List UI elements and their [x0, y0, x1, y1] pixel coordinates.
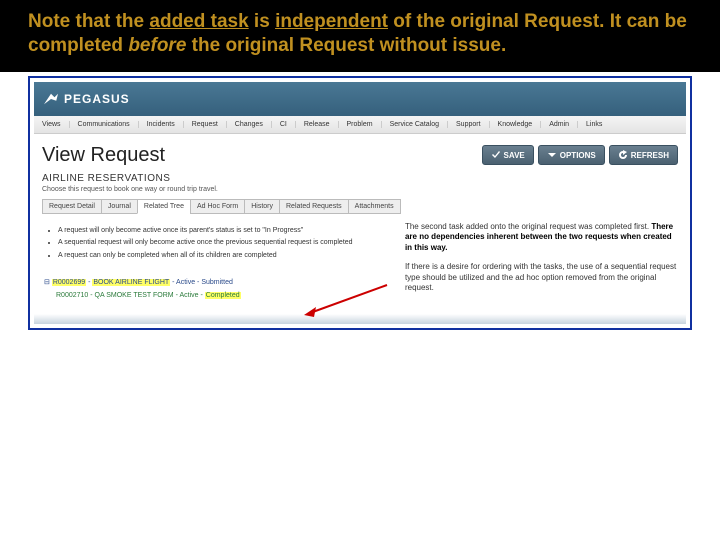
menu-knowledge[interactable]: Knowledge	[490, 121, 542, 128]
app-header: PEGASUS	[34, 82, 686, 116]
left-column: A request will only become active once i…	[42, 222, 397, 303]
tab-related-requests[interactable]: Related Requests	[279, 199, 349, 214]
menu-communications[interactable]: Communications	[70, 121, 139, 128]
tab-adhoc-form[interactable]: Ad Hoc Form	[190, 199, 245, 214]
chevron-down-icon	[547, 150, 557, 160]
tab-related-tree[interactable]: Related Tree	[137, 199, 191, 214]
refresh-icon	[618, 150, 628, 160]
menu-ci[interactable]: CI	[272, 121, 296, 128]
tab-history[interactable]: History	[244, 199, 280, 214]
task-name: BOOK AIRLINE FLIGHT	[92, 279, 170, 286]
task-tree: ⊟ R0002699 - BOOK AIRLINE FLIGHT - Activ…	[42, 275, 397, 302]
app-logo: PEGASUS	[34, 92, 130, 106]
menu-problem[interactable]: Problem	[339, 121, 382, 128]
tree-toggle[interactable]: ⊟	[44, 279, 52, 286]
note-banner: Note that the added task is independent …	[0, 0, 720, 72]
menu-release[interactable]: Release	[296, 121, 339, 128]
note-mid1: is	[249, 11, 275, 32]
rule-item: A request will only become active once i…	[58, 226, 393, 237]
right-column: The second task added onto the original …	[405, 222, 678, 303]
note-text: Note that the added task is independent …	[28, 10, 692, 58]
refresh-button[interactable]: REFRESH	[609, 145, 678, 165]
menu-incidents[interactable]: Incidents	[139, 121, 184, 128]
save-label: SAVE	[504, 151, 525, 160]
refresh-label: REFRESH	[631, 151, 669, 160]
side-paragraph-2: If there is a desire for ordering with t…	[405, 262, 678, 294]
top-menu: Views Communications Incidents Request C…	[34, 116, 686, 134]
page-title: View Request	[42, 144, 165, 167]
note-post: the original Request without issue.	[186, 35, 506, 56]
section-title: AIRLINE RESERVATIONS	[34, 173, 686, 184]
tab-row: Request Detail Journal Related Tree Ad H…	[34, 199, 686, 214]
task-status: - Active -	[170, 279, 201, 286]
app-screenshot: PEGASUS Views Communications Incidents R…	[28, 76, 692, 331]
options-label: OPTIONS	[560, 151, 596, 160]
rule-item: A request can only be completed when all…	[58, 251, 393, 262]
note-independent: independent	[275, 11, 388, 32]
side-paragraph-1: The second task added onto the original …	[405, 222, 678, 254]
tab-request-detail[interactable]: Request Detail	[42, 199, 102, 214]
note-pre: Note that the	[28, 11, 149, 32]
tab-journal[interactable]: Journal	[101, 199, 138, 214]
task-status: - Active -	[174, 292, 205, 299]
page-heading-row: View Request SAVE OPTIONS REFRESH	[34, 134, 686, 173]
side-p1a: The second task added onto the original …	[405, 222, 651, 231]
pegasus-icon	[42, 92, 60, 106]
menu-changes[interactable]: Changes	[227, 121, 272, 128]
section-subtitle: Choose this request to book one way or r…	[34, 184, 686, 199]
rule-item: A sequential request will only become ac…	[58, 238, 393, 249]
check-icon	[491, 150, 501, 160]
menu-support[interactable]: Support	[448, 121, 490, 128]
menu-service-catalog[interactable]: Service Catalog	[382, 121, 448, 128]
tab-attachments[interactable]: Attachments	[348, 199, 401, 214]
menu-views[interactable]: Views	[34, 121, 70, 128]
brand-name: PEGASUS	[64, 92, 130, 106]
action-buttons: SAVE OPTIONS REFRESH	[482, 145, 678, 165]
task-status-completed: Completed	[205, 292, 241, 299]
task-id: R0002710	[56, 292, 88, 299]
menu-request[interactable]: Request	[184, 121, 227, 128]
content-row: A request will only become active once i…	[34, 214, 686, 311]
task-id: R0002699	[52, 279, 86, 286]
menu-admin[interactable]: Admin	[541, 121, 578, 128]
slide: Note that the added task is independent …	[0, 0, 720, 540]
callout-arrow-icon	[302, 283, 392, 323]
note-before: before	[128, 35, 186, 56]
task-name: QA SMOKE TEST FORM	[95, 292, 174, 299]
rules-list: A request will only become active once i…	[42, 222, 397, 276]
task-status2: Submitted	[201, 279, 233, 286]
note-added-task: added task	[149, 11, 248, 32]
menu-links[interactable]: Links	[578, 121, 610, 128]
save-button[interactable]: SAVE	[482, 145, 534, 165]
options-button[interactable]: OPTIONS	[538, 145, 605, 165]
